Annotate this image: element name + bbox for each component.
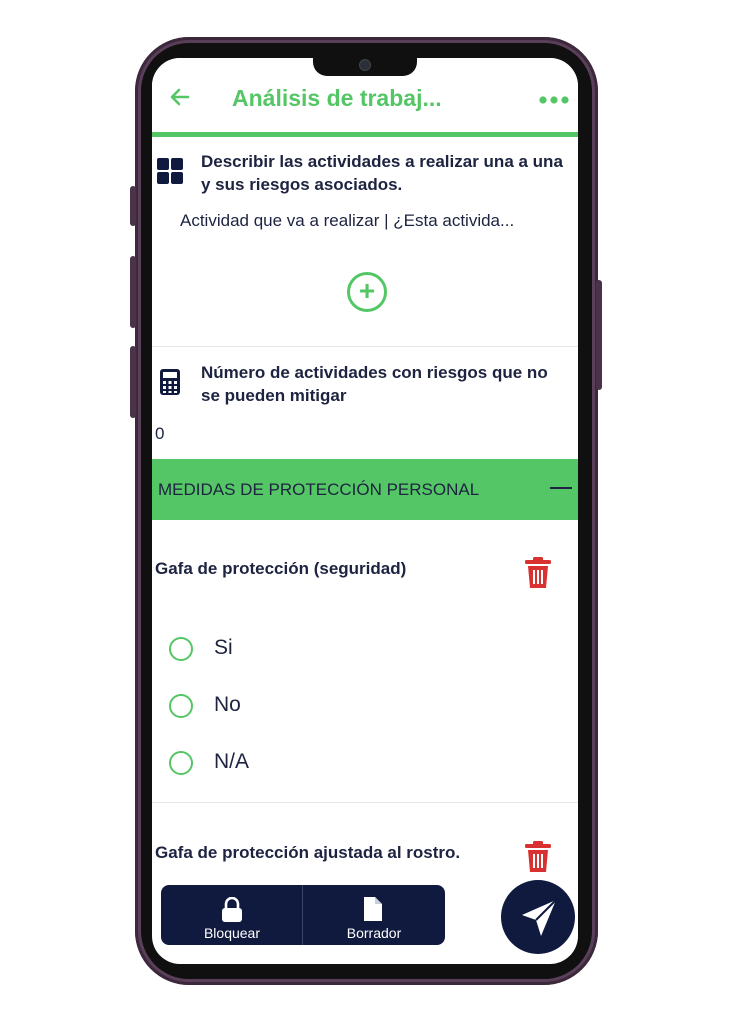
calculator-icon <box>159 368 181 401</box>
radio-circle[interactable] <box>169 694 193 718</box>
trash-icon[interactable] <box>524 840 552 879</box>
draft-button[interactable]: Borrador <box>303 885 445 945</box>
send-button[interactable] <box>501 880 575 954</box>
grid-icon <box>156 157 184 190</box>
divider <box>152 346 578 347</box>
radio-circle[interactable] <box>169 751 193 775</box>
unmitigated-count-value[interactable]: 0 <box>155 424 164 444</box>
page-title: Análisis de trabaj... <box>232 85 442 111</box>
more-dots-icon[interactable] <box>538 85 570 111</box>
camera-icon <box>359 59 371 71</box>
minus-icon[interactable] <box>550 487 572 489</box>
arrow-left-icon[interactable] <box>168 85 192 114</box>
phone-side-button <box>130 346 136 418</box>
question-activities: Describir las actividades a realizar una… <box>201 152 563 194</box>
item-title: Gafa de protección (seguridad) <box>155 559 407 578</box>
question-unmitigated-count: Número de actividades con riesgos que no… <box>201 363 548 405</box>
trash-icon[interactable] <box>524 556 552 595</box>
radio-label: N/A <box>214 750 250 773</box>
plus-circle-icon[interactable]: + <box>347 272 387 312</box>
send-icon <box>520 898 558 943</box>
phone-side-button <box>130 186 136 226</box>
lock-label: Bloquear <box>203 925 261 941</box>
lock-icon <box>220 896 244 928</box>
item-title: Gafa de protección ajustada al rostro. <box>155 843 461 862</box>
radio-circle[interactable] <box>169 637 193 661</box>
activities-subtitle: Actividad que va a realizar | ¿Esta acti… <box>180 211 515 230</box>
section-header-ppe[interactable]: MEDIDAS DE PROTECCIÓN PERSONAL <box>152 459 578 520</box>
section-title: MEDIDAS DE PROTECCIÓN PERSONAL <box>158 480 480 499</box>
camera-notch <box>313 58 417 76</box>
phone-side-button <box>596 280 602 390</box>
divider <box>152 802 578 803</box>
radio-label: No <box>214 693 241 716</box>
bottom-toolbar: Bloquear Borrador <box>161 885 445 945</box>
radio-label: Si <box>214 636 233 659</box>
lock-button[interactable]: Bloquear <box>161 885 303 945</box>
app-screen: Análisis de trabaj... Describir las acti… <box>152 58 578 964</box>
document-icon <box>362 895 384 928</box>
phone-side-button <box>130 256 136 328</box>
draft-label: Borrador <box>346 925 402 941</box>
